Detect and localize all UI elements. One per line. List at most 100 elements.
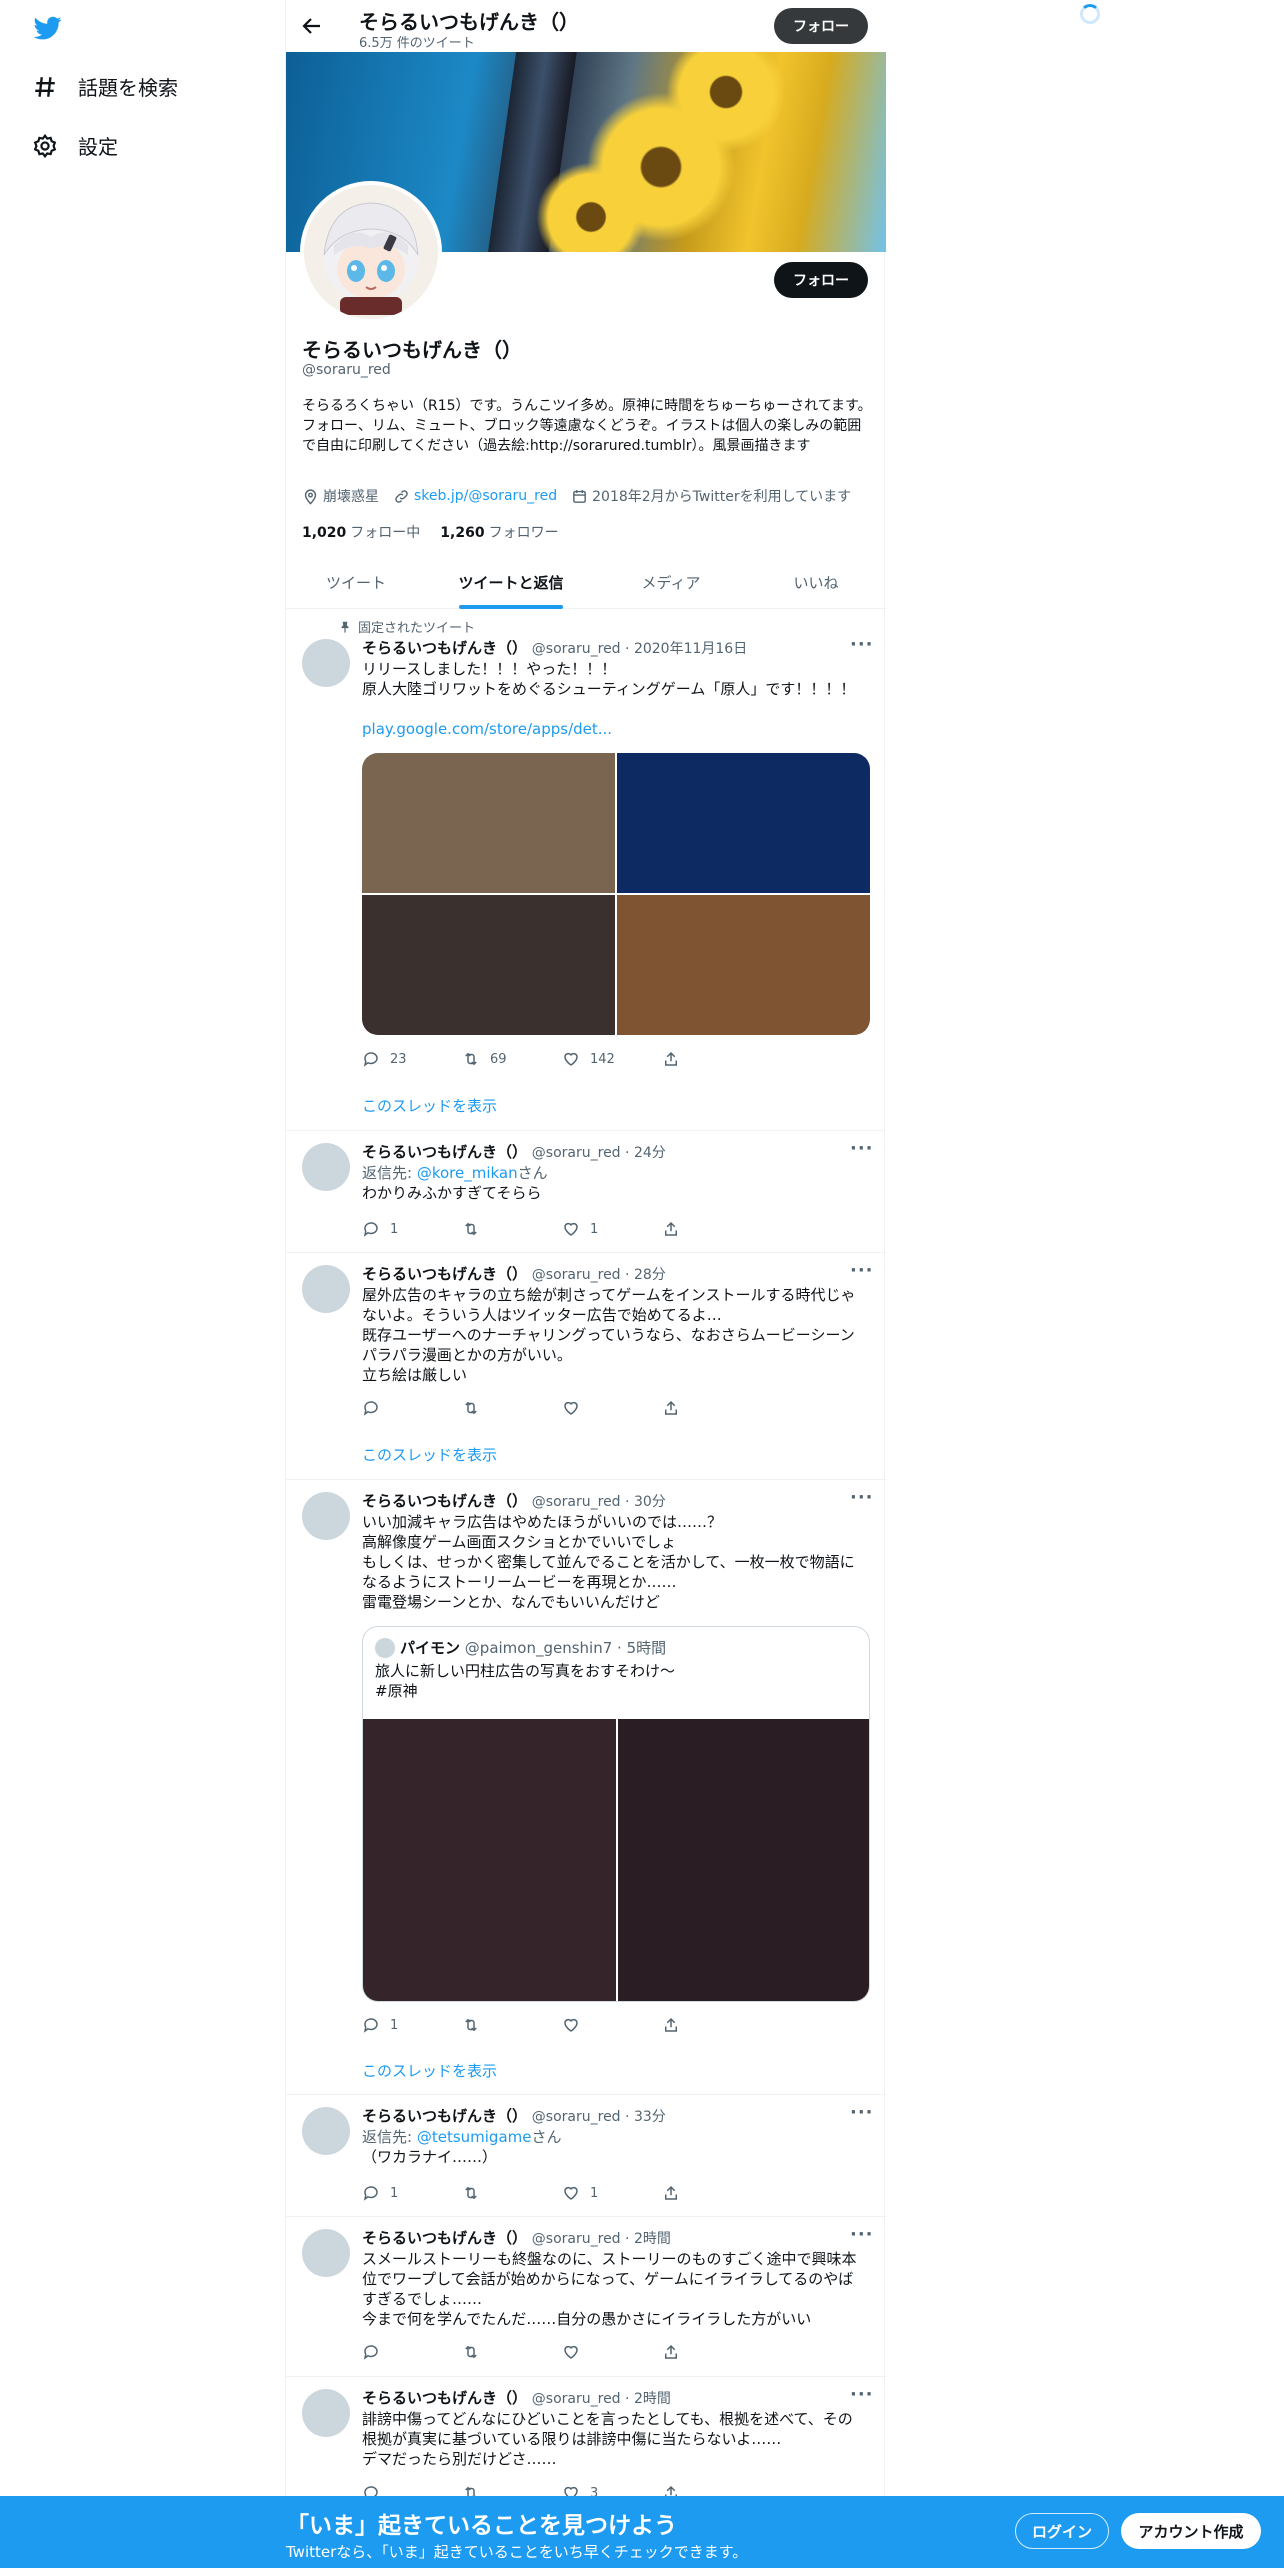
- reply-to-link[interactable]: @kore_mikan: [417, 1164, 518, 1182]
- reply-button[interactable]: [362, 2342, 462, 2362]
- tweet-text: スメールストーリーも終盤なのに、ストーリーのものすごく途中で興味本 位でワープし…: [362, 2250, 857, 2328]
- signup-prompt-title: 「いま」起きていることを見つけよう: [286, 2513, 677, 2539]
- nav-explore[interactable]: 話題を検索: [32, 72, 178, 101]
- profile-bio: そらるろくちゃい（R15）です。うんこツイ多め。原神に時間をちゅーちゅーされてま…: [302, 398, 872, 454]
- media-image[interactable]: [362, 895, 615, 1035]
- retweet-button[interactable]: 69: [462, 1049, 562, 1069]
- like-button[interactable]: 1: [562, 1219, 662, 1239]
- twitter-bird-icon[interactable]: [32, 14, 64, 42]
- retweet-button[interactable]: [462, 1219, 562, 1239]
- share-button[interactable]: [662, 2015, 762, 2035]
- header-follow-button[interactable]: フォロー: [774, 8, 868, 44]
- tweet-pinned[interactable]: 固定されたツイート そらるいつもげんき（） @soraru_red · 2020…: [286, 609, 886, 1131]
- reply-button[interactable]: 1: [362, 1219, 462, 1239]
- show-thread-link[interactable]: このスレッドを表示: [362, 1444, 497, 1465]
- more-options-icon[interactable]: ···: [850, 1489, 873, 1513]
- tweet-avatar[interactable]: [302, 1143, 350, 1191]
- share-button[interactable]: [662, 1398, 762, 1418]
- reply-button[interactable]: 23: [362, 1049, 462, 1069]
- tab-tweets-and-replies[interactable]: ツイートと返信: [426, 556, 596, 609]
- tweet-link[interactable]: play.google.com/store/apps/det...: [362, 719, 872, 739]
- signup-button[interactable]: アカウント作成: [1121, 2513, 1261, 2549]
- tweet[interactable]: そらるいつもげんき（） @soraru_red · 28分 ··· 屋外広告のキ…: [286, 1253, 886, 1480]
- joined-item: 2018年2月からTwitterを利用しています: [571, 486, 851, 506]
- tweet-text: 誹謗中傷ってどんなにひどいことを言ったとしても、根拠を述べて、その 根拠が真実に…: [362, 2410, 853, 2468]
- link-item[interactable]: skeb.jp/@soraru_red: [393, 486, 557, 506]
- reply-button[interactable]: 1: [362, 2183, 462, 2203]
- tweet-header: そらるいつもげんき（） @soraru_red · 2時間: [362, 2389, 671, 2407]
- share-button[interactable]: [662, 2342, 762, 2362]
- tab-media[interactable]: メディア: [596, 556, 746, 609]
- reply-button[interactable]: [362, 1398, 462, 1418]
- share-icon: [665, 1221, 677, 1236]
- tweet-author-handle[interactable]: @soraru_red: [532, 641, 621, 657]
- retweet-button[interactable]: [462, 2183, 562, 2203]
- retweet-icon: [465, 2345, 477, 2359]
- nav-explore-label: 話題を検索: [78, 76, 178, 100]
- reply-to-link[interactable]: @tetsumigame: [417, 2128, 532, 2146]
- share-button[interactable]: [662, 1219, 762, 1239]
- retweet-button[interactable]: [462, 2015, 562, 2035]
- tab-likes[interactable]: いいね: [746, 556, 886, 609]
- profile-avatar[interactable]: [300, 181, 442, 323]
- tweet-media-grid[interactable]: [362, 753, 870, 1035]
- retweet-button[interactable]: [462, 2342, 562, 2362]
- media-image[interactable]: [618, 1719, 869, 2001]
- show-thread-link[interactable]: このスレッドを表示: [362, 2060, 497, 2081]
- calendar-icon: [573, 489, 586, 503]
- share-icon: [665, 1051, 677, 1066]
- quoted-tweet[interactable]: パイモン @paimon_genshin7 · 5時間 旅人に新しい円柱広告の写…: [362, 1626, 870, 2002]
- more-options-icon[interactable]: ···: [850, 2226, 873, 2250]
- media-image[interactable]: [617, 895, 870, 1035]
- tweet-actions: [362, 2342, 792, 2362]
- tweet[interactable]: そらるいつもげんき（） @soraru_red · 2時間 ··· スメールスト…: [286, 2217, 886, 2377]
- login-button[interactable]: ログイン: [1015, 2513, 1109, 2549]
- tweet[interactable]: そらるいつもげんき（） @soraru_red · 24分 ··· 返信先: @…: [286, 1131, 886, 1253]
- tweet-avatar[interactable]: [302, 2229, 350, 2277]
- tab-tweets[interactable]: ツイート: [286, 556, 426, 609]
- share-button[interactable]: [662, 1049, 762, 1069]
- profile-follow-button[interactable]: フォロー: [774, 262, 868, 298]
- profile-link[interactable]: skeb.jp/@soraru_red: [414, 488, 557, 504]
- more-options-icon[interactable]: ···: [850, 1262, 873, 1286]
- like-button[interactable]: [562, 2015, 662, 2035]
- more-options-icon[interactable]: ···: [850, 1140, 873, 1164]
- nav-settings[interactable]: 設定: [32, 131, 118, 160]
- tweet-timestamp[interactable]: 2020年11月16日: [634, 641, 747, 657]
- share-icon: [665, 1400, 677, 1415]
- back-arrow-icon[interactable]: [300, 14, 324, 38]
- retweet-button[interactable]: [462, 1398, 562, 1418]
- like-button[interactable]: [562, 1398, 662, 1418]
- more-options-icon[interactable]: ···: [850, 2386, 873, 2410]
- tweet-avatar[interactable]: [302, 1265, 350, 1313]
- tweet-actions: 1: [362, 2015, 792, 2035]
- link-icon: [395, 489, 408, 503]
- signup-prompt-subtitle: Twitterなら、「いま」起きていることをいち早くチェックできます。: [286, 2543, 748, 2561]
- like-button[interactable]: 1: [562, 2183, 662, 2203]
- tweet-avatar[interactable]: [302, 2107, 350, 2155]
- quote-media-grid[interactable]: [363, 1719, 869, 2001]
- header-name: そらるいつもげんき（）: [359, 10, 579, 34]
- tweet-avatar[interactable]: [302, 2389, 350, 2437]
- tweet[interactable]: そらるいつもげんき（） @soraru_red · 33分 ··· 返信先: @…: [286, 2095, 886, 2217]
- like-button[interactable]: 142: [562, 1049, 662, 1069]
- like-button[interactable]: [562, 2342, 662, 2362]
- media-image[interactable]: [617, 753, 870, 893]
- share-button[interactable]: [662, 2183, 762, 2203]
- heart-icon: [564, 2186, 578, 2200]
- tweet-header: そらるいつもげんき（） @soraru_red · 28分: [362, 1265, 666, 1283]
- reply-icon: [363, 1052, 378, 1067]
- following-link[interactable]: 1,020 フォロー中: [302, 522, 420, 542]
- media-image[interactable]: [363, 1719, 616, 2001]
- more-options-icon[interactable]: ···: [850, 636, 873, 660]
- tweet-avatar[interactable]: [302, 1492, 350, 1540]
- more-options-icon[interactable]: ···: [850, 2104, 873, 2128]
- reply-button[interactable]: 1: [362, 2015, 462, 2035]
- tweet[interactable]: そらるいつもげんき（） @soraru_red · 30分 ··· いい加減キャ…: [286, 1480, 886, 2095]
- followers-link[interactable]: 1,260 フォロワー: [440, 522, 558, 542]
- media-image[interactable]: [362, 753, 615, 893]
- tweet-author-name[interactable]: そらるいつもげんき（）: [362, 639, 527, 657]
- show-thread-link[interactable]: このスレッドを表示: [362, 1095, 497, 1116]
- tweet-actions: 23 69 142: [362, 1049, 792, 1069]
- tweet-avatar[interactable]: [302, 639, 350, 687]
